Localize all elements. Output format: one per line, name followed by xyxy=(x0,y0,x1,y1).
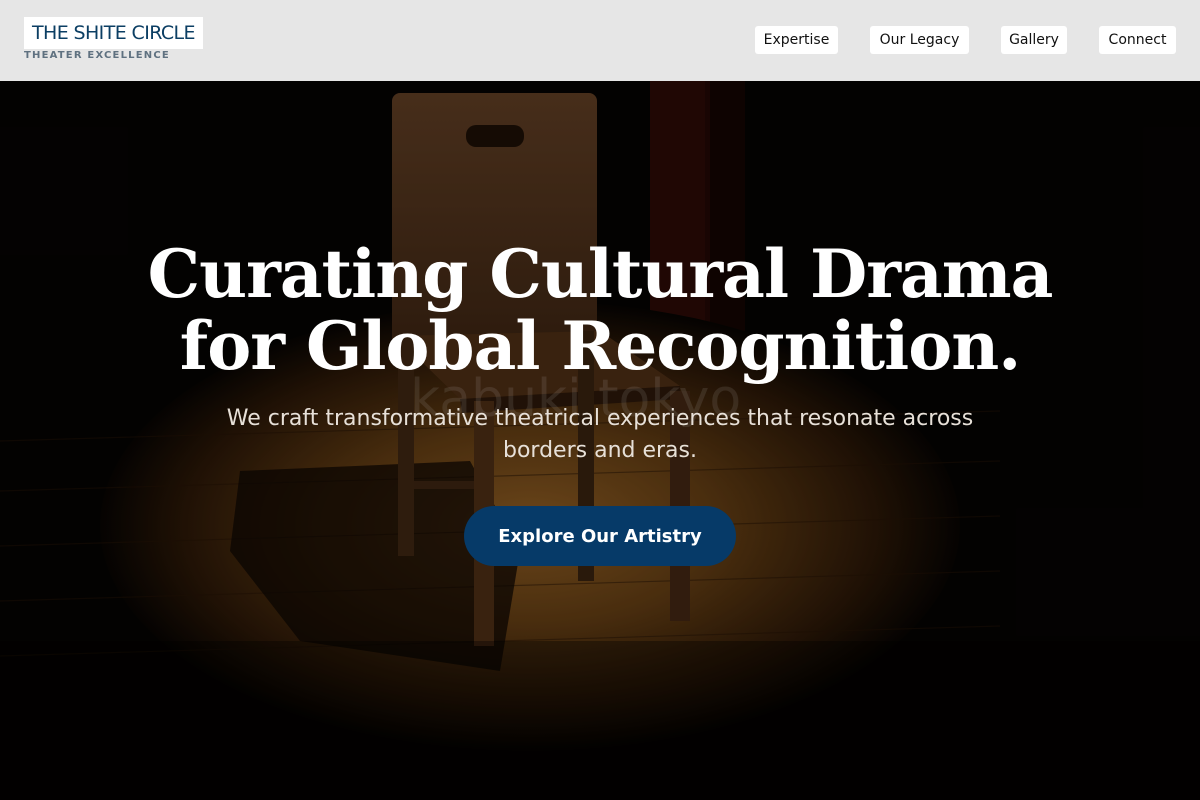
hero-headline: Curating Cultural Drama for Global Recog… xyxy=(147,235,1054,385)
nav-item-gallery[interactable]: Gallery xyxy=(1001,26,1067,54)
logo-tagline: THEATER EXCELLENCE xyxy=(24,50,170,61)
site-header: THE SHITE CIRCLE THEATER EXCELLENCE Expe… xyxy=(0,0,1200,81)
explore-artistry-button[interactable]: Explore Our Artistry xyxy=(464,506,736,566)
hero-section: kabuki tokyo Curating Cultural Drama for… xyxy=(0,81,1200,800)
nav-item-our-legacy[interactable]: Our Legacy xyxy=(870,26,969,54)
logo-title: THE SHITE CIRCLE xyxy=(32,22,196,44)
logo[interactable]: THE SHITE CIRCLE xyxy=(24,17,203,49)
nav-item-expertise[interactable]: Expertise xyxy=(755,26,838,54)
hero-subtext: We craft transformative theatrical exper… xyxy=(226,406,974,463)
nav-item-connect[interactable]: Connect xyxy=(1099,26,1176,54)
